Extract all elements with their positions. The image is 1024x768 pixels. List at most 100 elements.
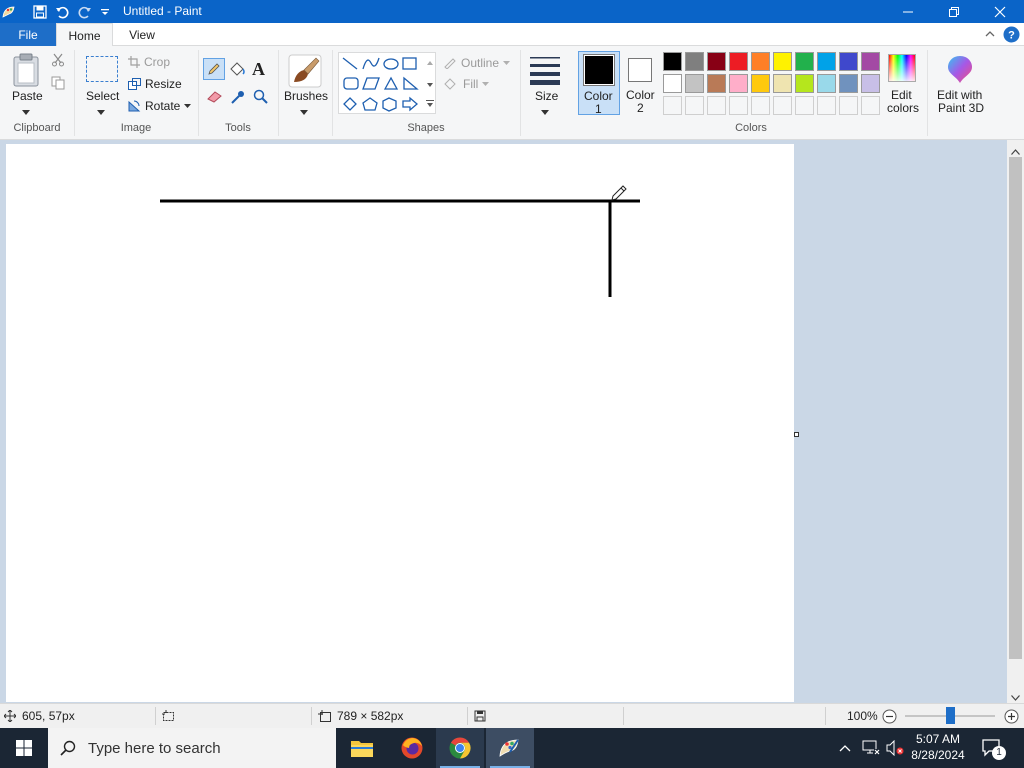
palette-custom-slot[interactable]: [861, 96, 880, 115]
palette-swatch[interactable]: [861, 74, 880, 93]
taskbar-paint[interactable]: [486, 728, 534, 768]
paste-dropdown-icon[interactable]: [22, 104, 30, 118]
tab-view[interactable]: View: [116, 23, 168, 46]
action-center-button[interactable]: 1: [982, 738, 1006, 761]
palette-swatch[interactable]: [817, 74, 836, 93]
tab-home[interactable]: Home: [56, 23, 113, 47]
palette-swatch[interactable]: [795, 52, 814, 71]
palette-swatch[interactable]: [707, 74, 726, 93]
palette-swatch[interactable]: [729, 74, 748, 93]
shapes-gallery[interactable]: [338, 52, 436, 114]
magnifier-tool[interactable]: [253, 89, 269, 108]
save-icon[interactable]: [31, 3, 49, 20]
copy-icon[interactable]: [51, 76, 65, 93]
minimize-button[interactable]: [885, 0, 931, 23]
zoom-out-button[interactable]: [882, 709, 897, 727]
volume-status[interactable]: [886, 739, 904, 759]
drawing-canvas[interactable]: [6, 144, 794, 702]
clock[interactable]: 5:07 AM 8/28/2024: [906, 731, 970, 765]
scroll-thumb[interactable]: [1009, 157, 1022, 659]
palette-custom-slot[interactable]: [707, 96, 726, 115]
start-button[interactable]: [0, 728, 48, 768]
fill-button[interactable]: Fill: [443, 76, 503, 92]
color2-swatch: [628, 58, 652, 82]
taskbar-file-explorer[interactable]: [338, 728, 386, 768]
outline-button[interactable]: Outline: [443, 55, 513, 71]
rotate-button[interactable]: Rotate: [128, 98, 192, 114]
fill-tool[interactable]: [228, 60, 246, 81]
palette-custom-slot[interactable]: [817, 96, 836, 115]
colors-group-label: Colors: [735, 122, 767, 134]
pencil-tool[interactable]: [203, 58, 225, 80]
scroll-down-icon[interactable]: [1011, 690, 1020, 704]
color1-button[interactable]: Color 1: [578, 51, 620, 116]
palette-custom-slot[interactable]: [773, 96, 792, 115]
color1-fill: [585, 56, 613, 84]
crop-button[interactable]: Crop: [128, 54, 188, 70]
shapes-icons: [342, 57, 419, 112]
zoom-slider-thumb[interactable]: [945, 707, 955, 724]
edit-with-paint3d-button[interactable]: Edit with Paint 3D: [932, 51, 988, 115]
vertical-scrollbar[interactable]: [1007, 140, 1024, 703]
palette-custom-slot[interactable]: [729, 96, 748, 115]
palette-swatch[interactable]: [751, 52, 770, 71]
shapes-scroll[interactable]: [424, 54, 436, 112]
restore-button[interactable]: [931, 0, 977, 23]
redo-icon[interactable]: [76, 3, 94, 20]
palette-custom-slot[interactable]: [663, 96, 682, 115]
image-group-label: Image: [120, 122, 152, 134]
taskbar-search-box[interactable]: Type here to search: [48, 728, 336, 768]
minimize-ribbon-icon[interactable]: [983, 27, 997, 44]
color2-button[interactable]: Color 2: [622, 51, 660, 115]
divider: [927, 50, 928, 136]
help-icon[interactable]: ?: [1003, 26, 1020, 46]
cut-icon[interactable]: [51, 53, 65, 70]
zoom-in-button[interactable]: [1004, 709, 1019, 727]
scroll-up-icon[interactable]: [1011, 144, 1020, 158]
select-dropdown-icon[interactable]: [97, 104, 105, 118]
close-button[interactable]: [977, 0, 1023, 23]
color-picker-tool[interactable]: [230, 89, 246, 108]
palette-swatch[interactable]: [773, 74, 792, 93]
palette-custom-slot[interactable]: [839, 96, 858, 115]
palette-swatch[interactable]: [663, 52, 682, 71]
palette-swatch[interactable]: [773, 52, 792, 71]
volume-muted-icon: [886, 739, 904, 757]
size-dropdown-icon[interactable]: [541, 104, 549, 118]
taskbar-firefox[interactable]: [388, 728, 436, 768]
text-tool-icon[interactable]: A: [252, 59, 265, 80]
undo-icon[interactable]: [53, 3, 71, 20]
brushes-dropdown-icon[interactable]: [300, 104, 308, 118]
customize-toolbar-icon[interactable]: [96, 3, 114, 20]
size-button[interactable]: [529, 54, 561, 88]
palette-swatch[interactable]: [707, 52, 726, 71]
canvas-resize-handle-right[interactable]: [794, 432, 799, 437]
palette-swatch[interactable]: [839, 74, 858, 93]
paint-app-icon[interactable]: [0, 3, 18, 20]
select-button[interactable]: [86, 56, 118, 82]
palette-custom-slot[interactable]: [795, 96, 814, 115]
eraser-tool[interactable]: [206, 88, 224, 107]
tab-file[interactable]: File: [0, 23, 56, 46]
palette-swatch[interactable]: [795, 74, 814, 93]
show-hidden-icons[interactable]: [838, 741, 852, 758]
outline-icon: [444, 58, 456, 69]
divider: [311, 707, 312, 725]
palette-custom-slot[interactable]: [751, 96, 770, 115]
palette-swatch[interactable]: [839, 52, 858, 71]
palette-swatch[interactable]: [817, 52, 836, 71]
resize-button[interactable]: Resize: [128, 76, 188, 92]
taskbar-chrome[interactable]: [436, 728, 484, 768]
palette-swatch[interactable]: [729, 52, 748, 71]
palette-swatch[interactable]: [751, 74, 770, 93]
zoom-out-icon: [882, 709, 897, 724]
palette-swatch[interactable]: [685, 74, 704, 93]
palette-custom-slot[interactable]: [685, 96, 704, 115]
edit-colors-button[interactable]: Edit colors: [884, 51, 922, 115]
palette-swatch[interactable]: [685, 52, 704, 71]
palette-swatch[interactable]: [663, 74, 682, 93]
network-status[interactable]: [862, 740, 880, 759]
palette-swatch[interactable]: [861, 52, 880, 71]
resize-icon: [128, 78, 141, 90]
brushes-button[interactable]: [288, 54, 322, 88]
